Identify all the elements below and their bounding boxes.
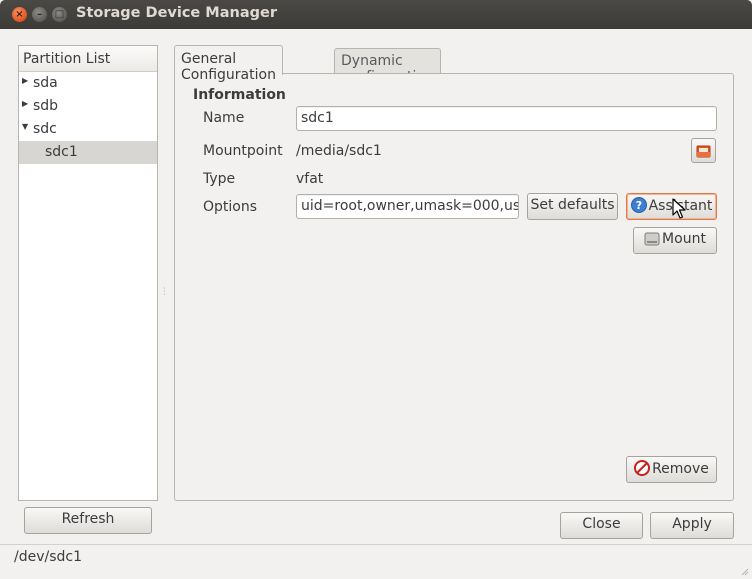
mouse-pointer-icon	[672, 198, 686, 219]
tree-item-sdc[interactable]: ▼ sdc	[19, 118, 157, 141]
svg-text:?: ?	[635, 199, 641, 212]
apply-button[interactable]: Apply	[650, 512, 734, 539]
browse-folder-button[interactable]	[691, 138, 716, 163]
expander-collapsed-icon[interactable]: ▶	[22, 99, 28, 108]
tree-item-label: sdc1	[45, 144, 78, 160]
tree-item-label: sdb	[33, 98, 59, 114]
expander-expanded-icon[interactable]: ▼	[22, 122, 28, 131]
type-label: Type	[203, 171, 236, 187]
general-configuration-panel: Information Name sdc1 Mountpoint /media/…	[174, 73, 734, 501]
window-minimize-button[interactable]: –	[32, 7, 47, 22]
remove-button-label: Remove	[652, 461, 709, 477]
tree-item-sdc1[interactable]: sdc1	[19, 141, 157, 164]
mount-button-label: Mount	[662, 231, 706, 247]
tree-item-label: sdc	[33, 121, 57, 137]
folder-icon	[696, 145, 711, 158]
mountpoint-value: /media/sdc1	[296, 143, 382, 159]
tree-item-label: sda	[33, 75, 58, 91]
options-field[interactable]: uid=root,owner,umask=000,user	[296, 194, 519, 219]
window-close-button[interactable]: ×	[12, 7, 27, 22]
title-bar: × – □ Storage Device Manager	[0, 0, 752, 29]
set-defaults-button[interactable]: Set defaults	[527, 193, 618, 220]
remove-icon	[634, 460, 651, 476]
status-bar: /dev/sdc1	[0, 544, 752, 579]
window-title: Storage Device Manager	[76, 5, 277, 21]
name-label: Name	[203, 110, 245, 126]
close-button[interactable]: Close	[560, 512, 643, 539]
resize-grip-icon[interactable]	[739, 566, 749, 576]
type-value: vfat	[296, 171, 324, 187]
remove-button[interactable]: Remove	[626, 456, 717, 483]
tree-item-sdb[interactable]: ▶ sdb	[19, 95, 157, 118]
status-text: /dev/sdc1	[14, 549, 83, 565]
tab-dynamic-configuration-rules[interactable]: Dynamic configuration rules	[334, 48, 441, 101]
pane-splitter-handle[interactable]: · · ·	[163, 285, 166, 299]
options-label: Options	[203, 199, 258, 215]
drive-icon	[644, 232, 660, 246]
information-section-title: Information	[193, 87, 286, 103]
expander-collapsed-icon[interactable]: ▶	[22, 76, 28, 85]
window-maximize-button[interactable]: □	[52, 7, 67, 22]
name-field[interactable]: sdc1	[296, 106, 717, 131]
mountpoint-label: Mountpoint	[203, 143, 283, 159]
refresh-button[interactable]: Refresh	[24, 507, 152, 534]
mount-button[interactable]: Mount	[633, 227, 717, 254]
partition-list[interactable]: Partition List ▶ sda ▶ sdb ▼ sdc sdc1	[18, 45, 158, 501]
partition-list-header[interactable]: Partition List	[19, 46, 157, 72]
help-icon: ?	[630, 197, 647, 213]
tab-general-configuration[interactable]: General Configuration	[174, 45, 283, 83]
tree-item-sda[interactable]: ▶ sda	[19, 72, 157, 95]
